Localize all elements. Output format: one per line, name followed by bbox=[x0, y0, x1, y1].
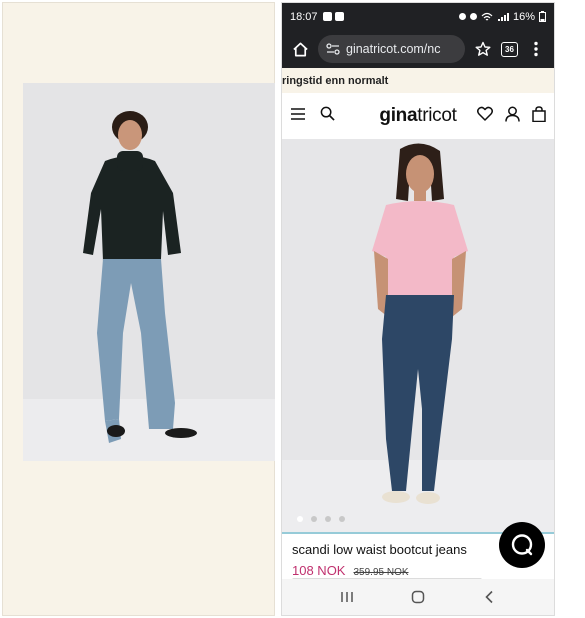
account-icon[interactable] bbox=[505, 106, 520, 127]
phone-screenshot: 18:07 16% ginatricot.com/nc 36 ringstid … bbox=[281, 2, 555, 616]
url-text: ginatricot.com/nc bbox=[346, 42, 441, 56]
heart-icon[interactable] bbox=[477, 106, 493, 126]
product-image[interactable] bbox=[282, 139, 554, 532]
logo-regular-part: tricot bbox=[417, 105, 457, 126]
more-vert-icon[interactable] bbox=[526, 39, 546, 59]
sale-price: 108 NOK bbox=[292, 563, 346, 578]
screenshot-root: 18:07 16% ginatricot.com/nc 36 ringstid … bbox=[0, 0, 585, 618]
battery-text: 16% bbox=[512, 10, 535, 23]
logo-bold-part: gina bbox=[379, 105, 418, 126]
carousel-dot[interactable] bbox=[339, 516, 345, 522]
back-icon[interactable] bbox=[479, 587, 499, 607]
chat-notification-icon bbox=[322, 12, 332, 21]
android-nav-bar bbox=[282, 579, 554, 615]
browser-toolbar: ginatricot.com/nc 36 bbox=[282, 30, 554, 68]
site-settings-icon[interactable] bbox=[326, 43, 340, 55]
home-icon[interactable] bbox=[290, 39, 310, 59]
carousel-dot[interactable] bbox=[297, 516, 303, 522]
star-icon[interactable] bbox=[473, 39, 493, 59]
status-time: 18:07 bbox=[290, 10, 318, 23]
battery-icon bbox=[539, 11, 546, 22]
search-icon[interactable] bbox=[320, 106, 335, 126]
bag-icon[interactable] bbox=[532, 105, 546, 127]
download-notification-icon bbox=[334, 12, 344, 21]
home-nav-icon[interactable] bbox=[408, 587, 428, 607]
notification-icons bbox=[322, 12, 344, 21]
carousel-dots bbox=[297, 516, 345, 522]
site-header: ginatricot bbox=[282, 93, 554, 139]
vibrate-icon bbox=[469, 13, 477, 20]
chat-icon bbox=[511, 534, 533, 556]
tabs-icon[interactable]: 36 bbox=[501, 41, 518, 57]
original-price: 359.95 NOK bbox=[353, 567, 409, 578]
hamburger-icon[interactable] bbox=[290, 107, 306, 126]
site-logo[interactable]: ginatricot bbox=[379, 105, 457, 127]
alarm-icon bbox=[458, 13, 466, 20]
status-bar: 18:07 16% bbox=[282, 3, 554, 30]
url-bar[interactable]: ginatricot.com/nc bbox=[318, 35, 465, 63]
left-photo-panel bbox=[2, 2, 275, 616]
left-product-photo bbox=[23, 83, 275, 461]
model-figure-left bbox=[83, 111, 197, 443]
signal-icon bbox=[497, 12, 509, 21]
promo-text: ringstid enn normalt bbox=[282, 74, 389, 87]
carousel-dot[interactable] bbox=[311, 516, 317, 522]
chat-button[interactable] bbox=[499, 522, 545, 568]
recents-icon[interactable] bbox=[337, 587, 357, 607]
status-right: 16% bbox=[458, 10, 546, 23]
promo-banner: ringstid enn normalt bbox=[282, 68, 554, 93]
wifi-icon bbox=[481, 12, 493, 20]
carousel-dot[interactable] bbox=[325, 516, 331, 522]
price-row: 108 NOK 359.95 NOK bbox=[292, 563, 544, 578]
model-figure bbox=[372, 143, 468, 504]
